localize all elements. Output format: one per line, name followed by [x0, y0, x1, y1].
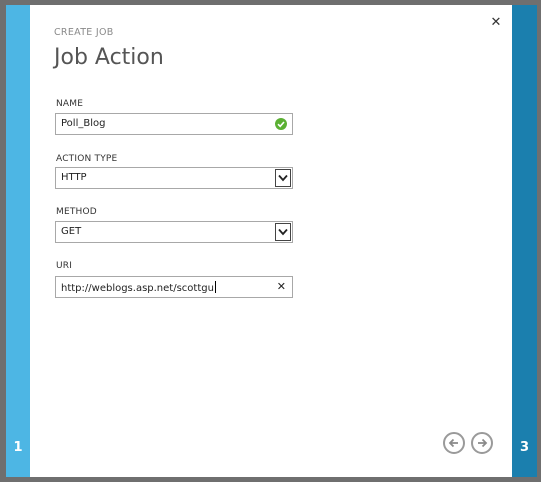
name-value: Poll_Blog [61, 118, 106, 129]
create-job-dialog: 1 3 ✕ CREATE JOB Job Action NAME Poll_Bl… [6, 5, 537, 477]
check-icon [275, 118, 287, 130]
clear-icon[interactable]: ✕ [277, 280, 286, 293]
name-label: NAME [56, 99, 84, 109]
method-label: METHOD [56, 207, 97, 217]
step-number-left: 1 [13, 440, 23, 455]
action-type-select[interactable]: HTTP [55, 167, 293, 189]
uri-label: URI [56, 261, 73, 271]
action-type-label: ACTION TYPE [56, 154, 118, 164]
method-select[interactable]: GET [55, 221, 293, 243]
method-value: GET [61, 226, 82, 237]
action-type-value: HTTP [61, 172, 87, 183]
right-step-strip: 3 [512, 5, 537, 477]
name-field[interactable]: Poll_Blog [55, 113, 293, 135]
uri-input[interactable]: http://weblogs.asp.net/scottgu ✕ [55, 276, 293, 298]
close-icon[interactable]: ✕ [488, 15, 504, 31]
page-title: Job Action [54, 45, 164, 70]
arrow-left-icon[interactable] [443, 432, 465, 454]
uri-value: http://weblogs.asp.net/scottgu [61, 281, 216, 294]
dialog-subtitle: CREATE JOB [54, 27, 114, 38]
step-number-right: 3 [519, 440, 530, 455]
chevron-down-icon[interactable] [275, 169, 291, 187]
left-step-strip: 1 [6, 5, 30, 477]
chevron-down-icon[interactable] [275, 223, 291, 241]
arrow-right-icon[interactable] [471, 432, 493, 454]
